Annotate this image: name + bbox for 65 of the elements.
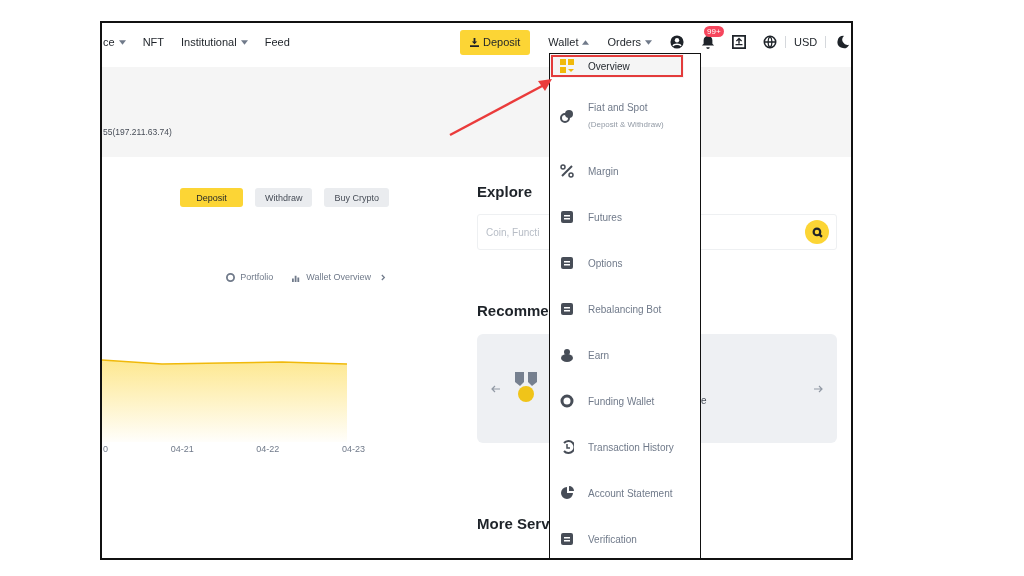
menu-item-label: Earn [588, 349, 610, 361]
more-services-heading: More Serv [477, 515, 550, 532]
menu-item[interactable]: Futures [550, 194, 700, 240]
menu-item-label: Margin [588, 165, 619, 177]
menu-item[interactable]: Options [550, 240, 700, 286]
menu-item[interactable]: Fiat and Spot (Deposit & Withdraw) [550, 83, 700, 148]
menu-item-label: Rebalancing Bot [588, 303, 662, 315]
login-ip-text: 55(197.211.63.74) [103, 127, 172, 137]
donut-icon [226, 272, 236, 282]
action-button[interactable]: Buy Crypto [324, 188, 389, 207]
caret-icon [582, 39, 590, 45]
portfolio-link[interactable]: Portfolio [226, 272, 274, 282]
menu-item-label: Verification [588, 533, 637, 545]
pie-icon [560, 486, 574, 500]
history-icon [560, 440, 574, 454]
currency-selector[interactable]: USD [794, 36, 818, 48]
menu-item-label: Fiat and Spot [588, 102, 649, 113]
scan-icon[interactable] [732, 35, 747, 49]
axis-label: 04-22 [256, 444, 280, 454]
menu-item-label: Transaction History [588, 441, 674, 453]
menu-item-label: Account Statement [588, 487, 673, 499]
recommend-heading: Recomme [477, 302, 549, 319]
nav-menu[interactable]: Orders [607, 36, 653, 48]
bell-icon[interactable] [701, 35, 716, 49]
menu-item-subtitle: (Deposit & Withdraw) [588, 120, 664, 129]
ring-icon [560, 394, 574, 408]
nav-link[interactable]: ce [103, 36, 126, 48]
wallet-overview-link[interactable]: Wallet Overview [292, 272, 386, 282]
menu-item[interactable]: Margin [550, 148, 700, 194]
menu-item-label: Futures [588, 211, 622, 223]
explore-heading: Explore [477, 183, 533, 200]
globe-icon[interactable] [763, 35, 778, 49]
menu-item[interactable]: Rebalancing Bot [550, 286, 700, 332]
menu-item[interactable]: Funding Wallet [550, 378, 700, 424]
menu-item[interactable]: Earn [550, 332, 700, 378]
axis-label: 04-21 [170, 444, 194, 454]
card-text: e [701, 395, 708, 406]
menu-item[interactable]: Overview [550, 54, 684, 78]
nav-link[interactable]: NFT [142, 36, 164, 48]
menu-item-label: Options [588, 257, 623, 269]
caret-icon [645, 39, 653, 45]
nav-menu[interactable]: Wallet [548, 36, 590, 48]
nav-link[interactable]: Feed [264, 36, 290, 48]
action-button[interactable]: Deposit [179, 188, 243, 207]
deposit-button[interactable]: Deposit [460, 29, 531, 55]
axis-label: 04-23 [341, 444, 365, 454]
percent-icon [560, 164, 574, 178]
id-card-icon [560, 532, 574, 546]
menu-item-label: Funding Wallet [588, 395, 655, 407]
document-icon [560, 256, 574, 270]
piggy-icon [560, 348, 574, 362]
menu-item[interactable]: Transaction History [550, 424, 700, 470]
notification-badge: 99+ [704, 26, 724, 37]
coins-icon [560, 108, 574, 123]
axis-label: 0 [103, 444, 108, 454]
download-icon [470, 37, 479, 47]
user-icon[interactable] [670, 35, 685, 49]
action-button[interactable]: Withdraw [254, 188, 313, 207]
grid-icon [560, 59, 574, 73]
menu-item[interactable]: Account Statement [550, 470, 700, 516]
nav-link[interactable]: Institutional [181, 36, 248, 48]
menu-item[interactable]: Verification [550, 516, 700, 558]
menu-item-label: Overview [588, 60, 630, 72]
moon-icon[interactable] [836, 35, 851, 49]
chevron-right-icon [381, 273, 386, 281]
